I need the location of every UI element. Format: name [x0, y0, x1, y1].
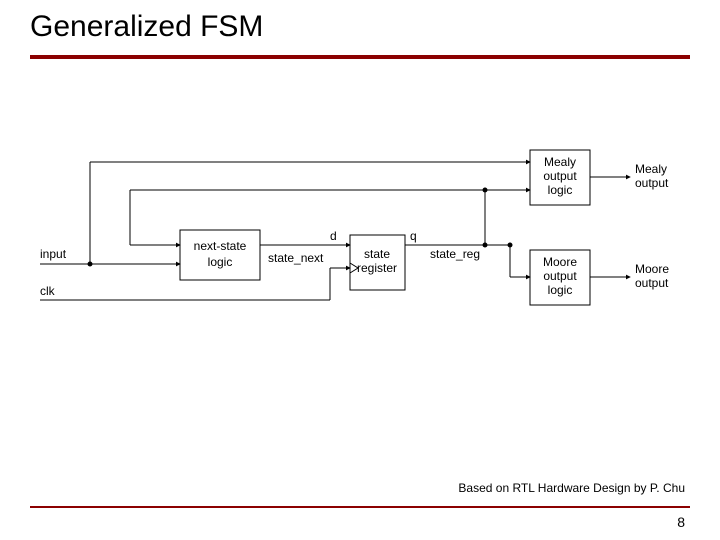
- mealy-logic-label-3: logic: [548, 183, 573, 197]
- mealy-logic-label-2: output: [543, 169, 577, 183]
- next-state-logic-label-1: next-state: [194, 239, 247, 253]
- slide-title: Generalized FSM: [30, 10, 263, 44]
- mealy-output-label-1: Mealy: [635, 162, 667, 176]
- next-state-logic-label-2: logic: [208, 255, 233, 269]
- footer-rule: [30, 506, 690, 508]
- state-register-label-1: state: [364, 247, 390, 261]
- q-label: q: [410, 229, 417, 243]
- mealy-logic-label-1: Mealy: [544, 155, 576, 169]
- source-citation: Based on RTL Hardware Design by P. Chu: [458, 481, 685, 495]
- moore-output-label-2: output: [635, 276, 669, 290]
- state-next-label: state_next: [268, 251, 324, 265]
- input-label: input: [40, 247, 67, 261]
- moore-logic-label-3: logic: [548, 283, 573, 297]
- clk-label: clk: [40, 284, 56, 298]
- page-number: 8: [677, 514, 685, 530]
- state-reg-label: state_reg: [430, 247, 480, 261]
- moore-logic-label-2: output: [543, 269, 577, 283]
- state-register-label-2: register: [357, 261, 397, 275]
- title-underline: [30, 55, 690, 59]
- moore-output-label-1: Moore: [635, 262, 669, 276]
- junction-input: [88, 262, 93, 267]
- mealy-output-label-2: output: [635, 176, 669, 190]
- d-label: d: [330, 229, 337, 243]
- fsm-diagram: next-state logic state register Mealy ou…: [30, 140, 690, 360]
- moore-logic-label-1: Moore: [543, 255, 577, 269]
